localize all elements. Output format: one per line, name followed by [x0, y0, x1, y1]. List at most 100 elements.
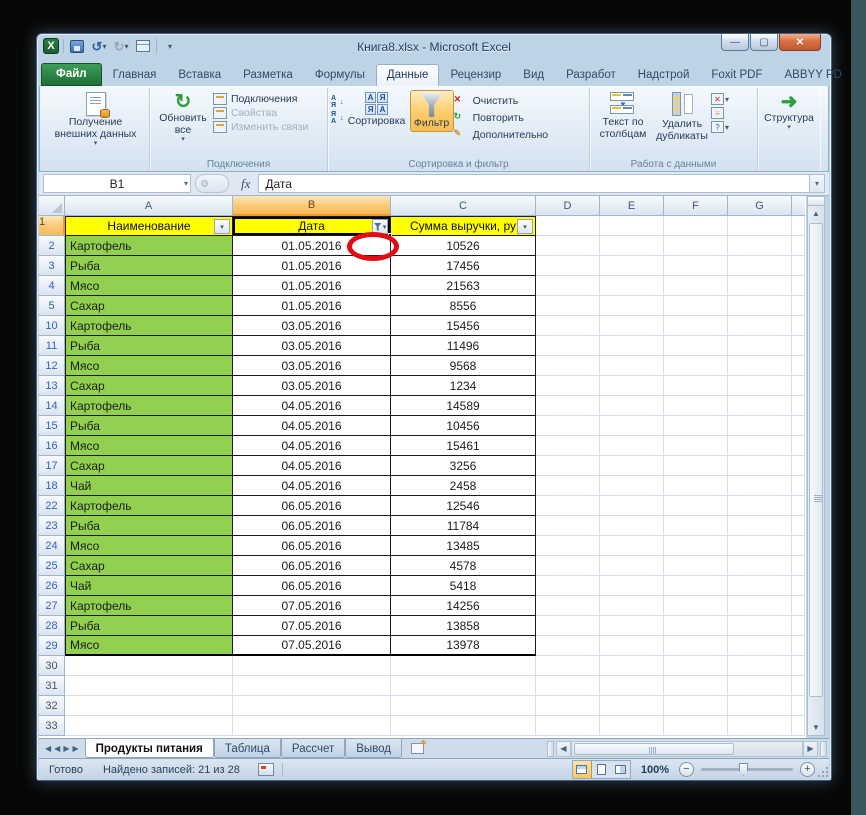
cell-date[interactable]: 06.05.2016 [233, 496, 391, 516]
row-number[interactable]: 22 [39, 496, 65, 516]
empty-cell[interactable] [664, 536, 728, 556]
cell-product-name[interactable]: Сахар [65, 376, 233, 396]
zoom-out-button[interactable]: − [679, 762, 694, 777]
cell-revenue-value[interactable] [391, 696, 536, 716]
name-box[interactable]: B1 ▾ [43, 174, 191, 193]
row-number[interactable]: 25 [39, 556, 65, 576]
empty-cell[interactable] [664, 376, 728, 396]
empty-cell[interactable] [728, 276, 792, 296]
empty-cell[interactable] [664, 616, 728, 636]
ribbon-tab[interactable]: Разметка [232, 64, 304, 86]
empty-cell[interactable] [536, 236, 600, 256]
text-to-columns-button[interactable]: ▼ Текст по столбцам [593, 90, 653, 142]
row-number[interactable]: 11 [39, 336, 65, 356]
expand-formula-bar-icon[interactable]: ▾ [809, 174, 825, 193]
cell-product-name[interactable]: Сахар [65, 556, 233, 576]
cell-date[interactable]: 01.05.2016 [233, 276, 391, 296]
empty-cell[interactable] [728, 216, 792, 236]
empty-cell[interactable] [600, 416, 664, 436]
data-validation-button[interactable]: ✕ ▾ [711, 93, 729, 105]
empty-cell[interactable] [728, 476, 792, 496]
cell-product-name[interactable]: Рыба [65, 336, 233, 356]
cell-product-name[interactable]: Чай [65, 576, 233, 596]
empty-cell[interactable] [600, 336, 664, 356]
column-header[interactable]: B [233, 196, 391, 216]
empty-cell[interactable] [664, 436, 728, 456]
cell-product-name[interactable]: Картофель [65, 316, 233, 336]
cell-product-name[interactable]: Мясо [65, 436, 233, 456]
empty-cell[interactable] [600, 556, 664, 576]
cell-product-name[interactable]: Сахар [65, 456, 233, 476]
cell-revenue-value[interactable]: 14589 [391, 396, 536, 416]
empty-cell[interactable] [600, 256, 664, 276]
column-header[interactable]: E [600, 196, 664, 216]
cell-revenue-value[interactable] [391, 676, 536, 696]
sum-filter-dropdown-button[interactable]: ▾ [517, 219, 533, 234]
cell-date[interactable]: 04.05.2016 [233, 456, 391, 476]
empty-cell[interactable] [728, 656, 792, 676]
cell-product-name[interactable] [65, 716, 233, 736]
zoom-slider[interactable] [701, 763, 793, 776]
row-number[interactable]: 14 [39, 396, 65, 416]
empty-cell[interactable] [536, 316, 600, 336]
empty-cell[interactable] [728, 316, 792, 336]
ribbon-tab[interactable]: Главная [102, 64, 168, 86]
name-box-dropdown-icon[interactable]: ▾ [184, 179, 188, 188]
empty-cell[interactable] [600, 676, 664, 696]
tab-split-handle[interactable] [547, 740, 554, 757]
empty-cell[interactable] [536, 596, 600, 616]
empty-cell[interactable] [664, 576, 728, 596]
name-filter-dropdown-button[interactable]: ▾ [214, 219, 230, 234]
empty-cell[interactable] [600, 276, 664, 296]
close-button[interactable]: ✕ [779, 34, 821, 51]
empty-cell[interactable] [664, 516, 728, 536]
empty-cell[interactable] [600, 596, 664, 616]
cell-date[interactable]: 04.05.2016 [233, 416, 391, 436]
empty-cell[interactable] [536, 496, 600, 516]
ribbon-tab[interactable]: Вид [512, 64, 555, 86]
empty-cell[interactable] [664, 216, 728, 236]
empty-cell[interactable] [536, 556, 600, 576]
empty-cell[interactable] [664, 696, 728, 716]
cell-date[interactable] [233, 716, 391, 736]
ribbon-tab[interactable]: Надстрой [627, 64, 701, 86]
empty-cell[interactable] [664, 256, 728, 276]
empty-cell[interactable] [600, 536, 664, 556]
empty-cell[interactable] [728, 416, 792, 436]
empty-cell[interactable] [600, 356, 664, 376]
horizontal-scroll-track[interactable] [571, 740, 803, 757]
empty-cell[interactable] [536, 716, 600, 736]
cell-revenue-value[interactable]: 11784 [391, 516, 536, 536]
empty-cell[interactable] [536, 456, 600, 476]
cell-revenue-value[interactable]: 4578 [391, 556, 536, 576]
vertical-scrollbar[interactable]: ▲ ▼ [807, 196, 825, 736]
cell-product-name[interactable]: Рыба [65, 516, 233, 536]
empty-cell[interactable] [536, 356, 600, 376]
cell-product-name[interactable]: Рыба [65, 616, 233, 636]
ribbon-small-button[interactable]: Подключения [213, 93, 308, 105]
sort-descending-button[interactable]: ЯА ↓ [331, 111, 344, 125]
ribbon-tab[interactable]: ABBYY PD [774, 64, 853, 86]
cell-revenue-value[interactable]: 13978 [391, 636, 536, 656]
vertical-scrollbar-thumb[interactable] [809, 223, 823, 697]
empty-cell[interactable] [664, 296, 728, 316]
empty-cell[interactable] [600, 716, 664, 736]
cell-date[interactable]: 07.05.2016 [233, 636, 391, 656]
get-external-data-button[interactable]: Получение внешних данных ▾ [46, 90, 146, 150]
row-number[interactable]: 28 [39, 616, 65, 636]
sort-ascending-button[interactable]: АЯ ↓ [331, 95, 344, 109]
ribbon-tab[interactable]: Foxit PDF [700, 64, 773, 86]
last-sheet-icon[interactable]: ▶ [72, 744, 78, 753]
minimize-button[interactable]: — [721, 34, 749, 51]
remove-duplicates-button[interactable]: Удалить дубликаты [653, 90, 711, 144]
cell-revenue-value[interactable]: 9568 [391, 356, 536, 376]
scrollbar-split-handle[interactable] [820, 740, 827, 757]
empty-cell[interactable] [536, 536, 600, 556]
ribbon-tab[interactable]: Разработ [555, 64, 627, 86]
split-handle[interactable] [808, 197, 824, 206]
cell-product-name[interactable]: Картофель [65, 396, 233, 416]
advanced-filter-button[interactable]: ✎ Дополнительно [454, 127, 549, 142]
cell-date[interactable] [233, 676, 391, 696]
empty-cell[interactable] [536, 516, 600, 536]
empty-cell[interactable] [664, 716, 728, 736]
